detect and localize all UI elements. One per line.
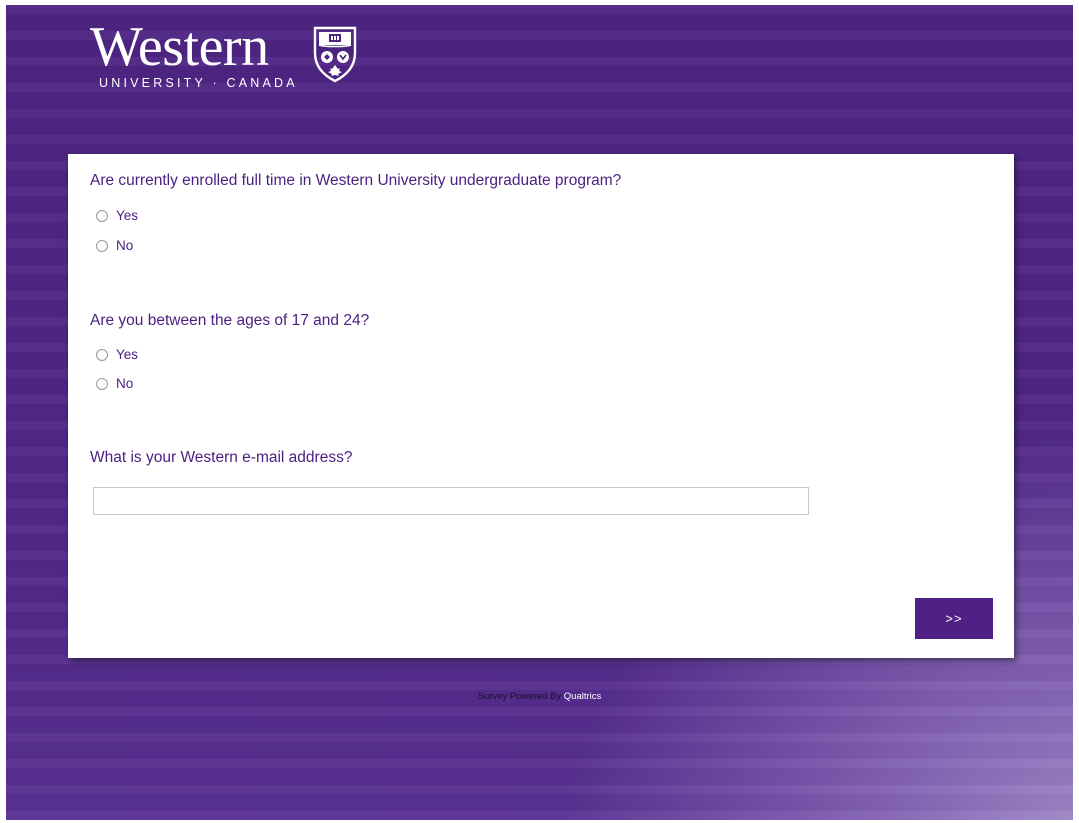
- radio-button[interactable]: [96, 240, 108, 252]
- question-enrollment: Are currently enrolled full time in West…: [90, 171, 621, 191]
- radio-button[interactable]: [96, 210, 108, 222]
- survey-card: Are currently enrolled full time in West…: [68, 154, 1014, 658]
- survey-page: Western UNIVERSITY · CANADA Are currentl…: [6, 5, 1073, 820]
- choice-age-yes[interactable]: Yes: [96, 347, 138, 363]
- western-crest-icon: [313, 26, 357, 83]
- choice-label: No: [116, 376, 134, 391]
- choice-label: Yes: [116, 347, 139, 362]
- choice-label: Yes: [116, 208, 139, 223]
- logo-subtitle: UNIVERSITY · CANADA: [99, 76, 298, 90]
- question-email: What is your Western e-mail address?: [90, 448, 352, 468]
- next-button[interactable]: >>: [915, 598, 993, 639]
- question-email-text: What is your Western e-mail address?: [90, 449, 353, 466]
- footer: Survey Powered By Qualtrics: [6, 691, 1073, 703]
- footer-powered-by: Survey Powered By: [477, 691, 564, 702]
- choice-age-no[interactable]: No: [96, 376, 133, 392]
- question-enrollment-text: Are currently enrolled full time in West…: [90, 172, 622, 189]
- qualtrics-link[interactable]: Qualtrics: [564, 691, 601, 702]
- western-logo: Western UNIVERSITY · CANADA: [90, 17, 380, 103]
- question-age: Are you between the ages of 17 and 24?: [90, 311, 369, 331]
- radio-button[interactable]: [96, 378, 108, 390]
- radio-button[interactable]: [96, 349, 108, 361]
- choice-label: No: [116, 238, 134, 253]
- email-field[interactable]: [93, 487, 809, 515]
- logo-wordmark: Western: [90, 16, 269, 78]
- choice-enrollment-yes[interactable]: Yes: [96, 208, 138, 224]
- question-age-text: Are you between the ages of 17 and 24?: [90, 312, 370, 329]
- choice-enrollment-no[interactable]: No: [96, 238, 133, 254]
